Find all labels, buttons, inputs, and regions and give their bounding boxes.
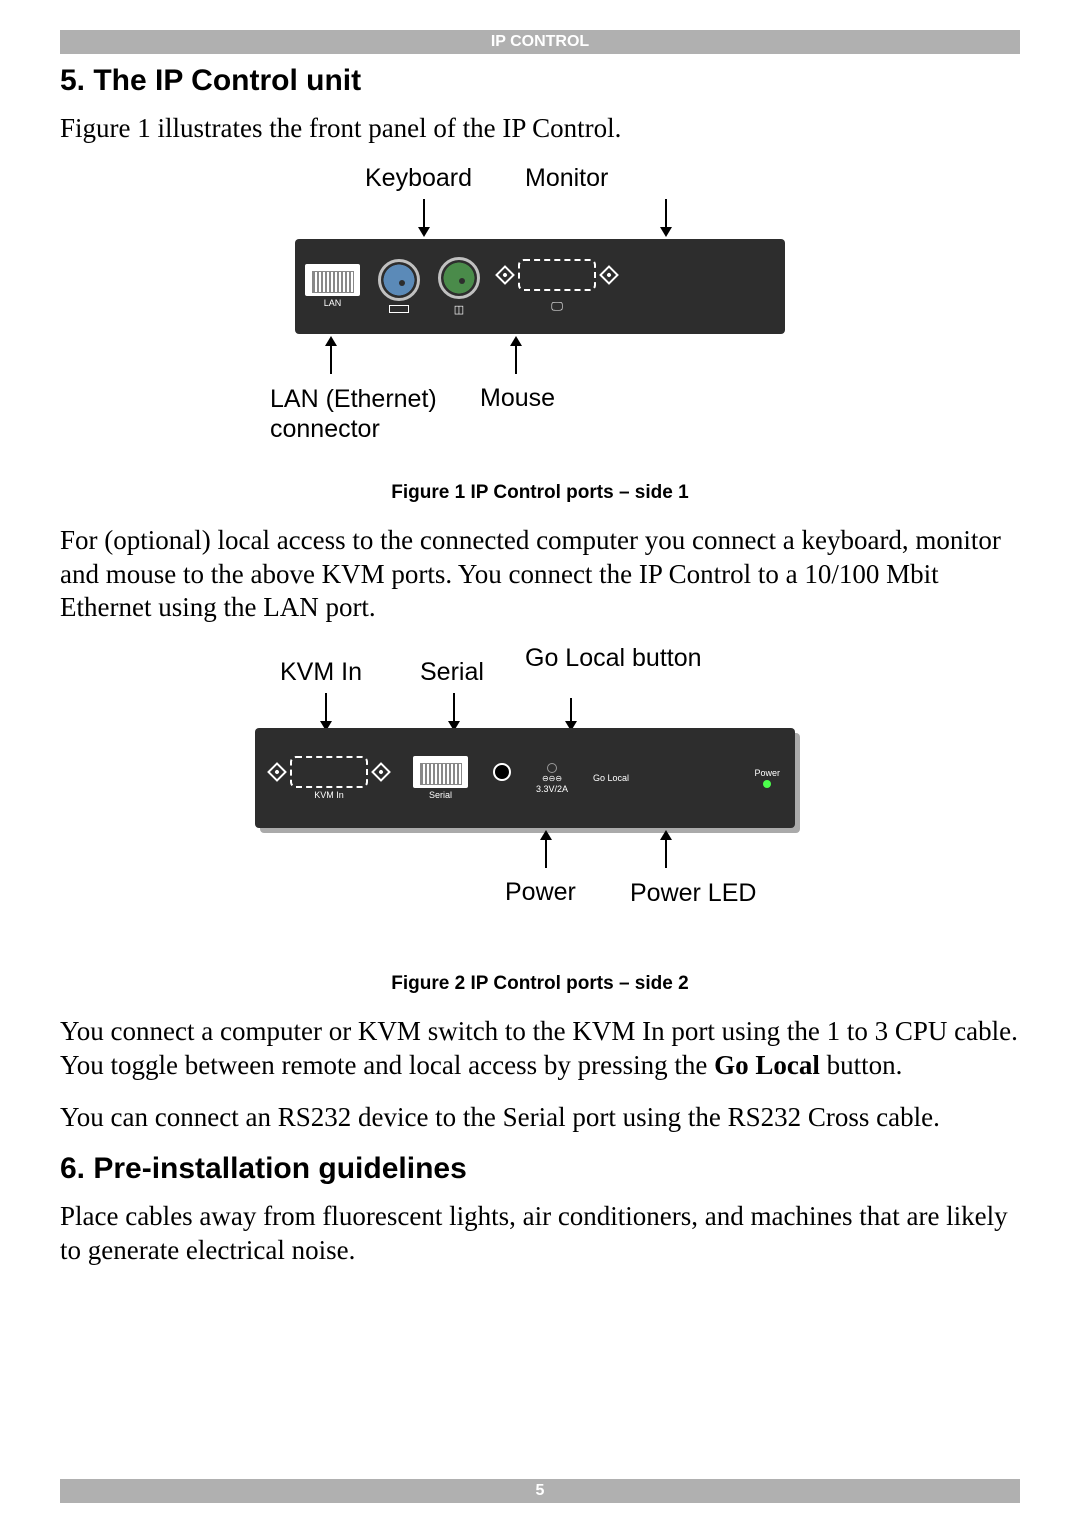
arrow-up-icon <box>515 344 517 374</box>
serial-port-group: Serial <box>413 756 468 800</box>
vga-screw-icon <box>267 762 287 782</box>
paragraph-2: You connect a computer or KVM switch to … <box>60 1015 1020 1083</box>
header-bar: IP CONTROL <box>60 30 1020 54</box>
label-power: Power <box>505 878 576 907</box>
label-go-local: Go Local button <box>525 643 702 673</box>
paragraph-1: For (optional) local access to the conne… <box>60 524 1020 625</box>
monitor-icon: 🖵 <box>551 299 563 314</box>
para2-go-local-bold: Go Local <box>714 1050 820 1080</box>
power-spec-label: 3.3V/2A <box>536 784 568 794</box>
vga-screw-icon <box>495 265 515 285</box>
power-port-group: ⊖⊖⊖ 3.3V/2A <box>536 763 568 794</box>
lan-port-group: LAN <box>305 264 360 308</box>
mouse-icon: ◫ <box>454 303 464 316</box>
para2-text-post: button. <box>820 1050 903 1080</box>
vga-port-icon <box>518 259 596 291</box>
mouse-port-group: ◫ <box>438 257 480 316</box>
label-power-led: Power LED <box>630 878 756 908</box>
serial-port-label: Serial <box>429 790 452 800</box>
serial-port-icon <box>413 756 468 788</box>
section-5-intro: Figure 1 illustrates the front panel of … <box>60 112 1020 146</box>
lan-port-label: LAN <box>324 298 342 308</box>
monitor-port-group: 🖵 <box>498 259 616 314</box>
label-serial: Serial <box>420 658 484 687</box>
keyboard-icon <box>389 305 409 313</box>
power-led-label-top: Power <box>754 768 780 778</box>
mouse-port-icon <box>438 257 480 299</box>
arrow-down-icon <box>423 199 425 229</box>
kvm-in-port-group: KVM In <box>270 756 388 800</box>
section-6-body: Place cables away from fluorescent light… <box>60 1200 1020 1268</box>
figure-2: KVM In Serial Go Local button KVM In Ser… <box>235 643 845 973</box>
vga-screw-icon <box>371 762 391 782</box>
power-led-icon <box>763 780 771 788</box>
power-led-group: Power <box>754 768 780 788</box>
keyboard-port-icon <box>378 259 420 301</box>
kvm-in-port-label: KVM In <box>314 790 344 800</box>
figure-1: Keyboard Monitor LAN ◫ 🖵 LAN (Ethernet <box>270 164 810 474</box>
arrow-down-icon <box>665 199 667 229</box>
arrow-down-icon <box>325 693 327 723</box>
device-panel-side2: KVM In Serial ⊖⊖⊖ 3.3V/2A Go Local Power <box>255 728 795 828</box>
power-conn-icon-label: ⊖⊖⊖ <box>542 774 562 783</box>
section-6-heading: 6. Pre-installation guidelines <box>60 1152 1020 1186</box>
footer-page-number: 5 <box>60 1479 1020 1503</box>
keyboard-port-group <box>378 259 420 313</box>
go-local-port-label: Go Local <box>593 773 629 783</box>
go-local-button-icon <box>493 763 511 781</box>
label-monitor: Monitor <box>525 164 608 193</box>
power-jack-icon <box>547 763 557 773</box>
arrow-up-icon <box>665 838 667 868</box>
arrow-down-icon <box>453 693 455 723</box>
arrow-up-icon <box>545 838 547 868</box>
paragraph-3: You can connect an RS232 device to the S… <box>60 1101 1020 1135</box>
figure-1-caption: Figure 1 IP Control ports – side 1 <box>60 482 1020 504</box>
vga-screw-icon <box>599 265 619 285</box>
kvm-in-port-icon <box>290 756 368 788</box>
arrow-up-icon <box>330 344 332 374</box>
label-mouse: Mouse <box>480 384 555 413</box>
go-local-button-group <box>493 763 511 794</box>
label-kvm-in: KVM In <box>280 658 362 687</box>
device-panel-side1: LAN ◫ 🖵 <box>295 239 785 334</box>
figure-2-caption: Figure 2 IP Control ports – side 2 <box>60 973 1020 995</box>
label-lan-connector: LAN (Ethernet) connector <box>270 384 450 444</box>
lan-port <box>305 264 360 296</box>
label-keyboard: Keyboard <box>365 164 472 193</box>
section-5-heading: 5. The IP Control unit <box>60 64 1020 98</box>
arrow-down-icon <box>570 698 572 723</box>
